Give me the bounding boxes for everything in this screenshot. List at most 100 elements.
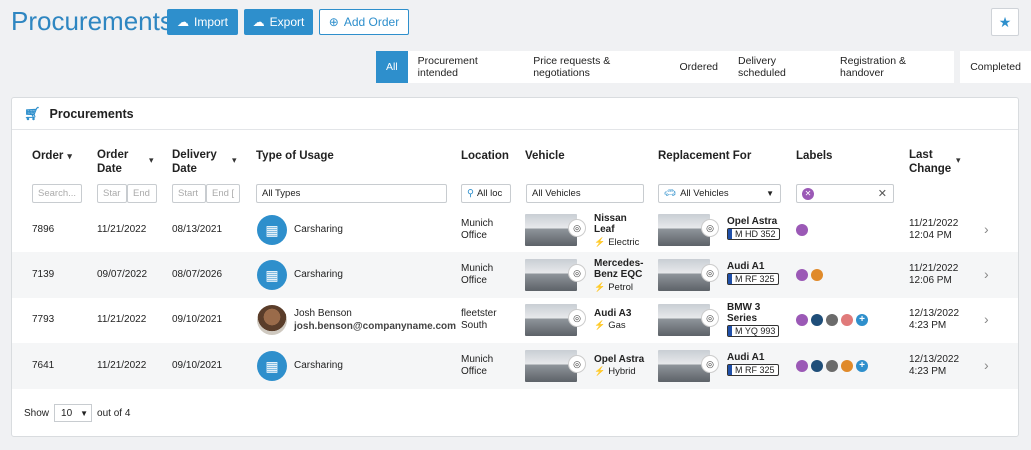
label-dot xyxy=(826,360,838,372)
car-icon: 🚗︎ xyxy=(664,188,677,199)
add-label-icon[interactable]: + xyxy=(856,360,868,372)
order-date-end-input[interactable]: End xyxy=(127,184,157,203)
tab-completed[interactable]: Completed xyxy=(960,51,1031,83)
col-vehicle[interactable]: Vehicle xyxy=(525,149,565,163)
fuel-icon: ⚡ xyxy=(594,282,606,292)
chevron-right-icon[interactable]: › xyxy=(984,311,989,327)
clear-icon[interactable]: ✕ xyxy=(878,187,887,200)
table-row[interactable]: 7793 11/21/2022 09/10/2021 Josh Benson josh.… xyxy=(12,297,1018,343)
label-dot xyxy=(796,269,808,281)
brand-logo-icon: ◎ xyxy=(701,264,719,282)
delivery-date: 09/10/2021 xyxy=(172,314,223,325)
replacement-vehicle-name: Opel Astra xyxy=(727,216,778,227)
label-dot xyxy=(841,314,853,326)
col-type-of-usage[interactable]: Type of Usage xyxy=(256,149,334,163)
fuel-type: ⚡ Petrol xyxy=(594,282,634,293)
brand-logo-icon: ◎ xyxy=(568,219,586,237)
chevron-down-icon: ▾ xyxy=(149,155,154,165)
labels: + xyxy=(796,360,868,372)
col-order[interactable]: Order ▾ xyxy=(32,149,72,163)
label-dot xyxy=(811,360,823,372)
export-button[interactable]: ☁ Export xyxy=(244,9,313,35)
favorite-star-button[interactable]: ★ xyxy=(991,8,1019,36)
usage-type: Carsharing xyxy=(294,224,343,235)
table-row[interactable]: 7641 11/21/2022 09/10/2021 ▦ Carsharing Munic… xyxy=(12,343,1018,389)
usage-email: josh.benson@companyname.com xyxy=(294,321,457,332)
cloud-download-icon: ☁ xyxy=(252,15,265,29)
labels-filter-input[interactable]: ✕ ✕ xyxy=(796,184,894,203)
tab-procurement-intended[interactable]: Procurement intended xyxy=(407,51,524,83)
order-date-start-input[interactable]: Star xyxy=(97,184,127,203)
fuel-icon: ⚡ xyxy=(594,366,606,376)
labels xyxy=(796,269,823,281)
location: fleetster South xyxy=(461,308,497,331)
col-delivery-date[interactable]: Delivery Date xyxy=(172,148,217,176)
chevron-right-icon[interactable]: › xyxy=(984,221,989,237)
order-number: 7896 xyxy=(32,224,55,235)
card-title: Procurements xyxy=(49,106,134,121)
import-button[interactable]: ☁ Import xyxy=(167,9,238,35)
add-label-icon[interactable]: + xyxy=(856,314,868,326)
cloud-upload-icon: ☁ xyxy=(176,15,189,29)
vehicle-filter-input[interactable]: All Vehicles xyxy=(526,184,644,203)
license-plate: M HD 352 xyxy=(727,228,780,240)
chevron-right-icon[interactable]: › xyxy=(984,266,989,282)
map-pin-icon: ⚲ xyxy=(467,188,474,199)
col-labels[interactable]: Labels xyxy=(796,149,832,163)
order-date: 11/21/2022 xyxy=(97,314,147,325)
tab-price-requests[interactable]: Price requests & negotiations xyxy=(523,51,670,83)
brand-logo-icon: ◎ xyxy=(701,309,719,327)
tab-registration-handover[interactable]: Registration & handover xyxy=(830,51,955,83)
brand-logo-icon: ◎ xyxy=(701,355,719,373)
add-order-button[interactable]: ⊕ Add Order xyxy=(319,9,409,35)
tab-ordered[interactable]: Ordered xyxy=(669,51,729,83)
tab-delivery-scheduled[interactable]: Delivery scheduled xyxy=(728,51,831,83)
col-location[interactable]: Location xyxy=(461,149,509,163)
delivery-date-start-input[interactable]: Start xyxy=(172,184,206,203)
tab-all[interactable]: All xyxy=(376,51,408,83)
caret-down-icon: ▼ xyxy=(766,189,774,198)
chevron-down-icon: ▾ xyxy=(232,155,237,165)
replacement-vehicle-select[interactable]: 🚗︎ All Vehicles ▼ xyxy=(658,184,781,203)
label-dot xyxy=(796,360,808,372)
label-chip-remove-icon[interactable]: ✕ xyxy=(802,187,814,200)
col-order-date[interactable]: Order Date xyxy=(97,148,128,176)
label-dot xyxy=(841,360,853,372)
location: Munich Office xyxy=(461,354,494,377)
usage-filter-input[interactable]: All Types xyxy=(256,184,447,203)
col-last-change[interactable]: Last Change xyxy=(909,148,951,176)
replacement-vehicle-name: Audi A1 xyxy=(727,352,765,363)
col-replacement-for[interactable]: Replacement For xyxy=(658,149,751,163)
last-change: 11/21/2022 12:06 PM xyxy=(909,263,959,286)
labels xyxy=(796,224,808,236)
label-dot xyxy=(796,314,808,326)
card-header: 🛒︎ Procurements xyxy=(12,98,1018,130)
status-tabs: All Procurement intended Price requests … xyxy=(376,51,1031,83)
delivery-date: 09/10/2021 xyxy=(172,360,223,371)
location: Munich Office xyxy=(461,263,494,286)
last-change: 12/13/2022 4:23 PM xyxy=(909,308,960,331)
chevron-down-icon: ▾ xyxy=(956,155,961,165)
label-dot xyxy=(826,314,838,326)
carsharing-icon: ▦ xyxy=(257,351,287,381)
procurements-card: 🛒︎ Procurements Order ▾ Order Date ▾ Deliv… xyxy=(11,97,1019,437)
last-change: 11/21/2022 12:04 PM xyxy=(909,218,959,241)
usage-name: Josh Benson xyxy=(294,308,352,319)
chevron-down-icon: ▾ xyxy=(67,151,72,161)
usage-type: Carsharing xyxy=(294,269,343,280)
table-row[interactable]: 7896 11/21/2022 08/13/2021 ▦ Carsharing Munic… xyxy=(12,207,1018,253)
location-filter-input[interactable]: ⚲ All loc xyxy=(461,184,511,203)
delivery-date-end-input[interactable]: End [ xyxy=(206,184,240,203)
fuel-type: ⚡ Electric xyxy=(594,237,640,248)
label-dot xyxy=(811,269,823,281)
order-search-input[interactable]: Search... xyxy=(32,184,82,203)
table-row[interactable]: 7139 09/07/2022 08/07/2026 ▦ Carsharing Munic… xyxy=(12,252,1018,298)
page-size-select[interactable]: 10 ▼ xyxy=(54,404,93,422)
vehicle-name: Audi A3 xyxy=(594,308,632,319)
caret-down-icon: ▼ xyxy=(80,408,89,418)
replacement-vehicle-name: BMW 3 Series xyxy=(727,302,761,324)
order-date: 11/21/2022 xyxy=(97,360,147,371)
chevron-right-icon[interactable]: › xyxy=(984,357,989,373)
license-plate: M RF 325 xyxy=(727,364,779,376)
license-plate: M RF 325 xyxy=(727,273,779,285)
